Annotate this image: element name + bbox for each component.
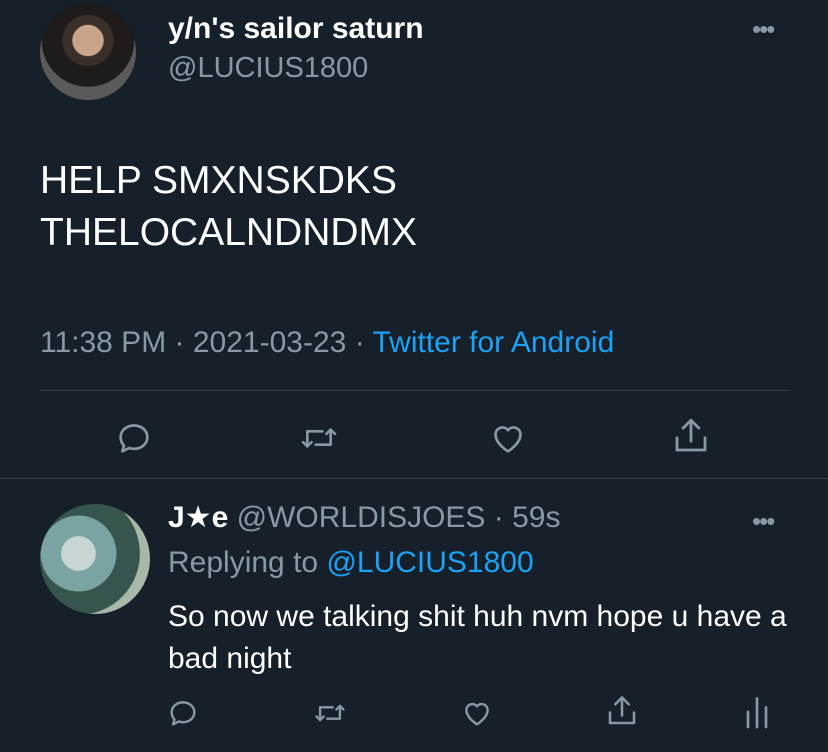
tweet-source-link[interactable]: Twitter for Android [372, 326, 614, 359]
more-options-icon[interactable]: ••• [752, 14, 775, 45]
reply-author-display-name[interactable]: J★e [168, 501, 228, 534]
tweet-date[interactable]: 2021-03-23 [193, 326, 346, 359]
reply-author-handle[interactable]: @WORLDISJOES [237, 501, 486, 534]
meta-separator: · [493, 501, 504, 534]
more-options-icon[interactable]: ••• [752, 506, 775, 537]
divider [40, 390, 788, 391]
meta-separator: · [354, 326, 365, 359]
tweet-text-line: HELP SMXNSKDKS [40, 159, 397, 202]
tweet-meta: 11:38 PM · 2021-03-23 · Twitter for Andr… [40, 326, 614, 360]
meta-separator: · [174, 326, 185, 359]
heart-icon[interactable] [487, 418, 529, 458]
author-handle[interactable]: @LUCIUS1800 [168, 52, 368, 85]
reply-text: So now we talking shit huh nvm hope u ha… [168, 600, 787, 675]
tweet-time: 11:38 PM [40, 326, 167, 359]
share-icon[interactable] [604, 692, 640, 730]
heart-icon[interactable] [459, 696, 495, 730]
reply-icon[interactable] [114, 418, 154, 458]
reply-age: 59s [512, 501, 561, 534]
author-display-name[interactable]: y/n's sailor saturn [168, 12, 424, 46]
reply-header: J★e @WORLDISJOES · 59s [168, 500, 561, 535]
analytics-icon[interactable] [742, 694, 772, 730]
retweet-icon[interactable] [312, 696, 348, 730]
replying-to-handle[interactable]: @LUCIUS1800 [326, 546, 533, 579]
retweet-icon[interactable] [298, 418, 340, 458]
replying-to: Replying to @LUCIUS1800 [168, 546, 534, 580]
share-icon[interactable] [670, 414, 712, 458]
divider [0, 478, 828, 479]
reply-author-avatar[interactable] [40, 504, 150, 614]
reply-icon[interactable] [166, 696, 200, 730]
tweet-text: HELP SMXNSKDKS THELOCALNDNDMX [40, 155, 417, 259]
author-avatar[interactable] [40, 4, 136, 100]
replying-to-label: Replying to [168, 546, 319, 579]
tweet-text-line: THELOCALNDNDMX [40, 211, 418, 254]
